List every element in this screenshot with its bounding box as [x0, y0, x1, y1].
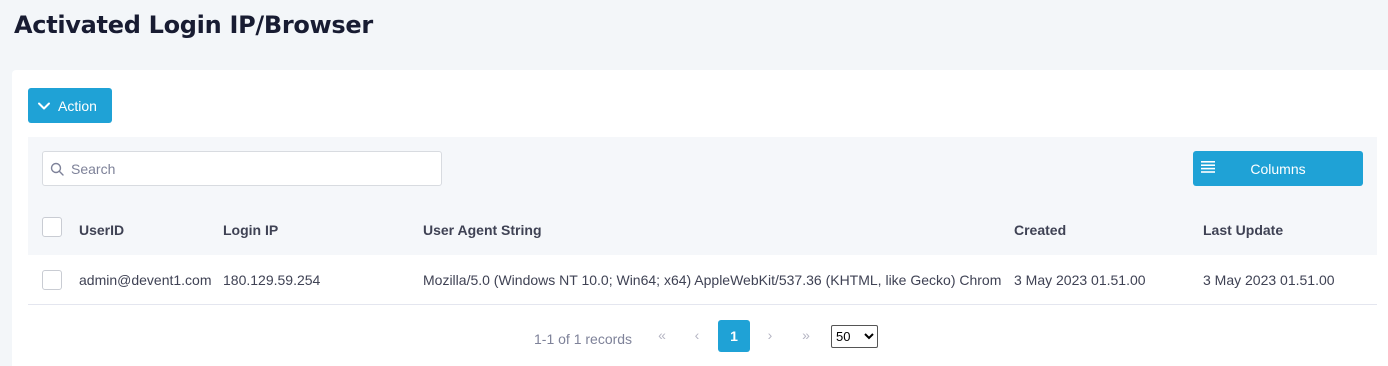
- page-title: Activated Login IP/Browser: [14, 11, 373, 39]
- cell-user-agent: Mozilla/5.0 (Windows NT 10.0; Win64; x64…: [423, 272, 1001, 288]
- cell-last-update: 3 May 2023 01.51.00: [1203, 272, 1335, 288]
- cell-created: 3 May 2023 01.51.00: [1014, 272, 1146, 288]
- table-toolbar: Columns: [28, 137, 1377, 201]
- first-page-button[interactable]: «: [653, 327, 671, 343]
- search-input[interactable]: [71, 160, 431, 177]
- row-checkbox[interactable]: [42, 270, 62, 290]
- page-1-button[interactable]: 1: [718, 320, 750, 352]
- cell-login-ip: 180.129.59.254: [223, 272, 321, 288]
- last-page-button[interactable]: »: [797, 327, 815, 343]
- search-icon: [50, 162, 64, 176]
- pagination: 1-1 of 1 records « ‹ 1 › » 50: [12, 320, 1388, 352]
- header-login-ip[interactable]: Login IP: [223, 222, 278, 238]
- select-all-checkbox[interactable]: [42, 217, 62, 237]
- columns-button[interactable]: Columns: [1193, 151, 1363, 186]
- columns-label: Columns: [1250, 161, 1306, 177]
- table-row[interactable]: admin@devent1.com 180.129.59.254 Mozilla…: [28, 255, 1377, 305]
- cell-userid: admin@devent1.com: [79, 272, 212, 288]
- records-count: 1-1 of 1 records: [534, 331, 633, 347]
- page-size-select[interactable]: 50: [831, 325, 878, 348]
- header-created[interactable]: Created: [1014, 222, 1066, 238]
- search-box[interactable]: [42, 151, 442, 186]
- prev-page-button[interactable]: ‹: [688, 327, 706, 343]
- header-userid[interactable]: UserID: [79, 222, 124, 238]
- action-dropdown-button[interactable]: Action: [28, 88, 112, 123]
- next-page-button[interactable]: ›: [761, 327, 779, 343]
- main-card: Action Columns UserID Login IP User Agen…: [12, 70, 1388, 366]
- table-header: UserID Login IP User Agent String Create…: [28, 201, 1377, 255]
- chevron-down-icon: [38, 102, 50, 109]
- header-last-update[interactable]: Last Update: [1203, 222, 1283, 238]
- header-user-agent[interactable]: User Agent String: [423, 222, 542, 238]
- action-label: Action: [58, 97, 97, 114]
